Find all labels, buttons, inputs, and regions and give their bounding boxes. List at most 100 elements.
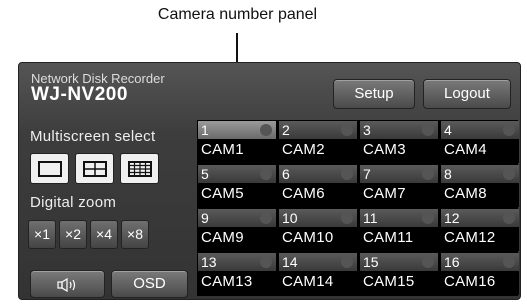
camera-cell[interactable]: 14 CAM14 [279, 253, 357, 295]
camera-number-bar: 4 [441, 121, 519, 139]
camera-name: CAM2 [282, 141, 325, 158]
camera-number: 16 [444, 254, 460, 270]
camera-cell[interactable]: 7 CAM7 [360, 165, 438, 207]
camera-status-indicator-icon [260, 212, 272, 224]
camera-number-bar: 14 [279, 253, 357, 271]
camera-cell[interactable]: 12 CAM12 [441, 209, 519, 251]
camera-cell[interactable]: 9 CAM9 [198, 209, 276, 251]
camera-number-bar: 3 [360, 121, 438, 139]
camera-cell[interactable]: 1 CAM1 [198, 121, 276, 163]
camera-number: 11 [363, 210, 378, 226]
brand-model: WJ-NV200 [31, 84, 128, 105]
camera-number: 4 [444, 122, 452, 138]
camera-name: CAM13 [201, 273, 253, 290]
camera-cell[interactable]: 2 CAM2 [279, 121, 357, 163]
camera-number-bar: 1 [198, 121, 276, 139]
zoom-x2-button[interactable]: ×2 [59, 220, 87, 249]
quad-screen-button[interactable] [75, 153, 114, 184]
camera-number-bar: 2 [279, 121, 357, 139]
camera-number: 14 [282, 254, 298, 270]
camera-cell[interactable]: 4 CAM4 [441, 121, 519, 163]
digital-zoom-label: Digital zoom [30, 194, 117, 211]
logout-button[interactable]: Logout [423, 79, 511, 109]
camera-name: CAM11 [363, 229, 414, 246]
camera-cell[interactable]: 6 CAM6 [279, 165, 357, 207]
camera-status-indicator-icon [341, 256, 353, 268]
camera-cell[interactable]: 11 CAM11 [360, 209, 438, 251]
camera-name: CAM9 [201, 229, 244, 246]
camera-name: CAM1 [201, 141, 244, 158]
camera-cell[interactable]: 15 CAM15 [360, 253, 438, 295]
camera-status-indicator-icon [503, 256, 515, 268]
camera-status-indicator-icon [260, 256, 272, 268]
callout-label: Camera number panel [157, 6, 318, 23]
camera-number: 7 [363, 166, 371, 182]
camera-number-bar: 6 [279, 165, 357, 183]
camera-status-indicator-icon [341, 168, 353, 180]
sixteen-screen-icon [127, 160, 152, 177]
camera-name: CAM10 [282, 229, 334, 246]
camera-number: 5 [201, 166, 209, 182]
camera-number: 9 [201, 210, 209, 226]
sixteen-screen-button[interactable] [120, 153, 159, 184]
camera-cell[interactable]: 13 CAM13 [198, 253, 276, 295]
camera-number: 1 [201, 122, 209, 138]
camera-status-indicator-icon [503, 168, 515, 180]
camera-number-bar: 16 [441, 253, 519, 271]
camera-name: CAM6 [282, 185, 325, 202]
camera-name: CAM12 [444, 229, 496, 246]
camera-status-indicator-icon [341, 124, 353, 136]
camera-number-bar: 7 [360, 165, 438, 183]
zoom-x4-button[interactable]: ×4 [90, 220, 118, 249]
camera-status-indicator-icon [341, 212, 353, 224]
camera-status-indicator-icon [260, 168, 272, 180]
audio-button[interactable] [30, 270, 105, 298]
camera-number-bar: 15 [360, 253, 438, 271]
speaker-icon [56, 277, 75, 292]
camera-number-bar: 10 [279, 209, 357, 227]
camera-status-indicator-icon [422, 212, 434, 224]
camera-status-indicator-icon [260, 124, 272, 136]
camera-number-bar: 8 [441, 165, 519, 183]
camera-name: CAM14 [282, 273, 334, 290]
camera-name: CAM16 [444, 273, 496, 290]
camera-number-bar: 9 [198, 209, 276, 227]
recorder-control-panel: Network Disk Recorder WJ-NV200 Setup Log… [18, 62, 521, 300]
camera-status-indicator-icon [503, 124, 515, 136]
camera-number: 12 [444, 210, 460, 226]
camera-name: CAM3 [363, 141, 406, 158]
camera-cell[interactable]: 3 CAM3 [360, 121, 438, 163]
camera-number-bar: 11 [360, 209, 438, 227]
camera-name: CAM4 [444, 141, 487, 158]
camera-name: CAM5 [201, 185, 244, 202]
single-screen-icon [37, 160, 62, 177]
camera-number: 3 [363, 122, 371, 138]
camera-number: 2 [282, 122, 290, 138]
camera-name: CAM15 [363, 273, 415, 290]
setup-button[interactable]: Setup [333, 79, 415, 109]
multiscreen-label: Multiscreen select [30, 128, 156, 145]
camera-number: 6 [282, 166, 290, 182]
camera-number-bar: 5 [198, 165, 276, 183]
camera-number: 13 [201, 254, 217, 270]
camera-number-panel: 1 CAM1 2 CAM2 3 CAM3 4 CAM4 5 CAM5 6 CAM6 7 CAM7 8 CAM8… [197, 120, 519, 296]
camera-number-bar: 12 [441, 209, 519, 227]
camera-number: 15 [363, 254, 379, 270]
camera-number: 10 [282, 210, 298, 226]
camera-number-bar: 13 [198, 253, 276, 271]
camera-status-indicator-icon [503, 212, 515, 224]
single-screen-button[interactable] [30, 153, 69, 184]
camera-cell[interactable]: 8 CAM8 [441, 165, 519, 207]
quad-screen-icon [82, 160, 107, 177]
osd-button[interactable]: OSD [111, 270, 188, 298]
camera-status-indicator-icon [422, 168, 434, 180]
camera-cell[interactable]: 5 CAM5 [198, 165, 276, 207]
camera-cell[interactable]: 16 CAM16 [441, 253, 519, 295]
camera-cell[interactable]: 10 CAM10 [279, 209, 357, 251]
zoom-x1-button[interactable]: ×1 [28, 220, 56, 249]
camera-number: 8 [444, 166, 452, 182]
zoom-x8-button[interactable]: ×8 [121, 220, 149, 249]
camera-status-indicator-icon [422, 124, 434, 136]
camera-status-indicator-icon [422, 256, 434, 268]
camera-name: CAM8 [444, 185, 487, 202]
